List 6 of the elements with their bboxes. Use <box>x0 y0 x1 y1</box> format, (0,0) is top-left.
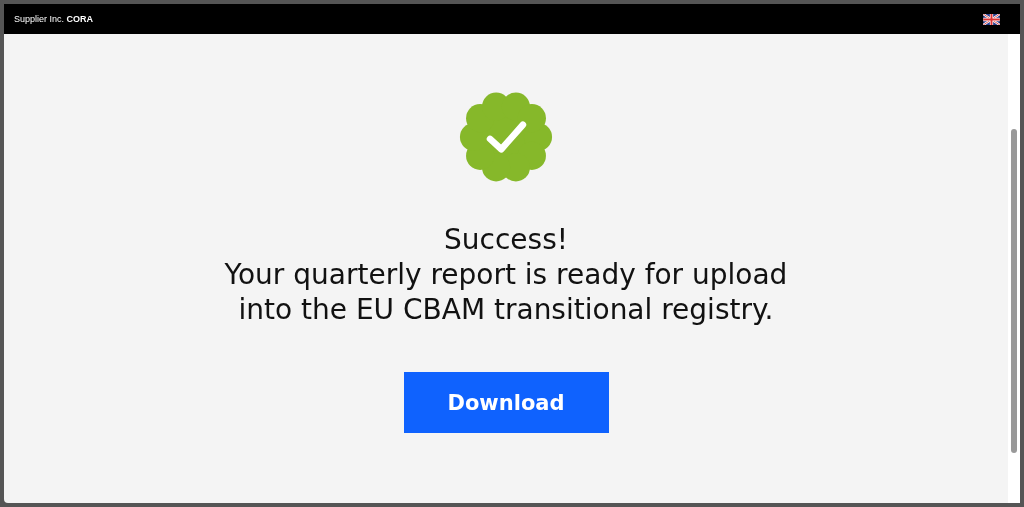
flag-icon[interactable] <box>983 13 1000 25</box>
download-button[interactable]: Download <box>403 372 609 433</box>
app-title: Supplier Inc. CORA <box>14 14 94 24</box>
check-badge-icon <box>459 90 553 184</box>
scrollbar-thumb[interactable] <box>1011 129 1017 453</box>
success-message: Success! Your quarterly report is ready for upload into the EU CBAM transitional registry. <box>224 222 788 327</box>
